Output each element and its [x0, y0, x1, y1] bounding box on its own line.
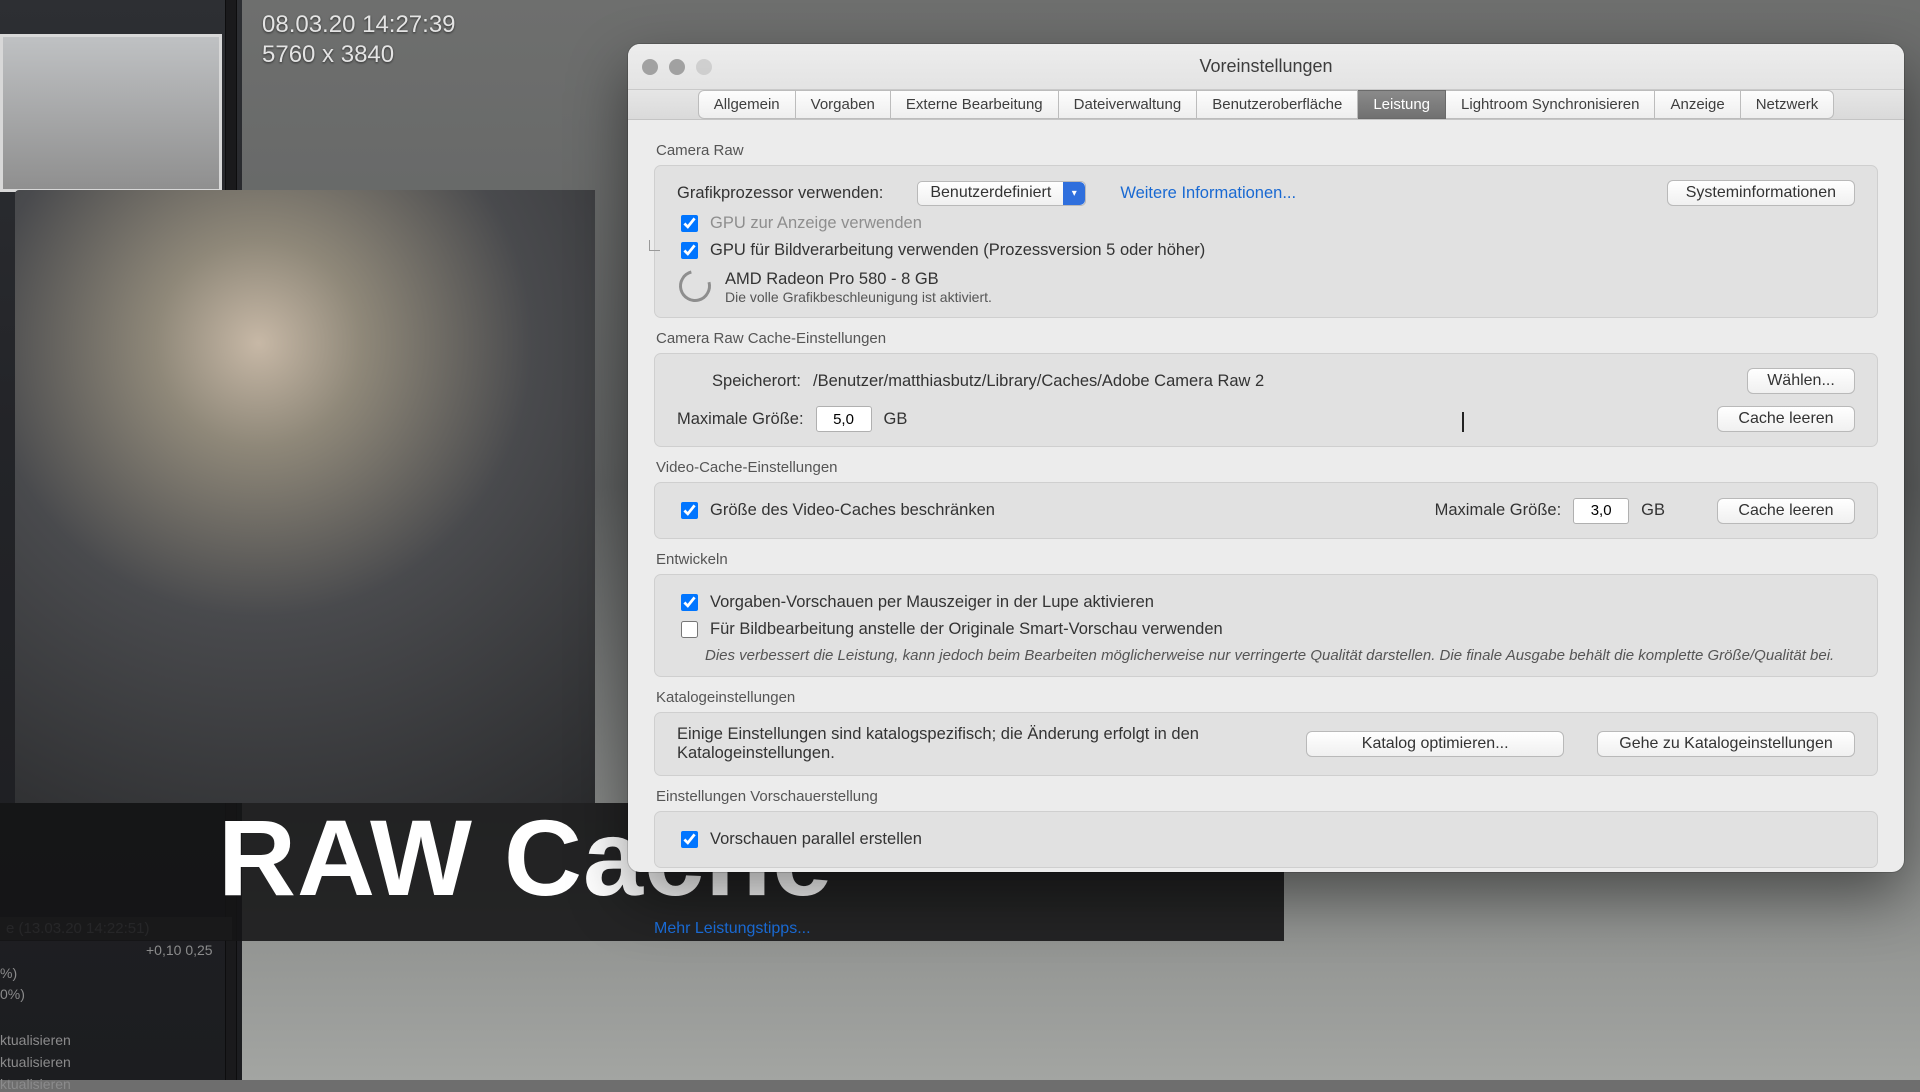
- section-catalog-title: Katalogeinstellungen: [656, 689, 1878, 706]
- gpu-use-select[interactable]: Benutzerdefiniert ▾: [917, 181, 1086, 206]
- preferences-window: Voreinstellungen Allgemein Vorgaben Exte…: [628, 44, 1904, 872]
- clear-raw-cache-button[interactable]: Cache leeren: [1717, 406, 1855, 432]
- parallel-previews-checkbox[interactable]: Vorschauen parallel erstellen: [677, 828, 1855, 851]
- parallel-previews-label: Vorschauen parallel erstellen: [710, 830, 922, 849]
- photo-info: 08.03.20 14:27:39 5760 x 3840: [262, 10, 456, 70]
- gpu-processing-label: GPU für Bildverarbeitung verwenden (Proz…: [710, 241, 1205, 260]
- gpu-display-label: GPU zur Anzeige verwenden: [710, 214, 922, 233]
- video-cache-max-input[interactable]: [1573, 498, 1629, 524]
- gpu-display-checkbox[interactable]: GPU zur Anzeige verwenden: [677, 212, 1855, 235]
- section-develop-title: Entwickeln: [656, 551, 1878, 568]
- smart-preview-label: Für Bildbearbeitung anstelle der Origina…: [710, 620, 1223, 639]
- hover-preview-label: Vorgaben-Vorschauen per Mauszeiger in de…: [710, 593, 1154, 612]
- presenter-video-overlay: [15, 190, 595, 803]
- section-video-cache: Größe des Video-Caches beschränken Maxim…: [654, 482, 1878, 539]
- video-cache-limit-checkbox[interactable]: Größe des Video-Caches beschränken: [677, 499, 995, 522]
- hover-preview-checkbox-input[interactable]: [681, 594, 698, 611]
- photo-resolution: 5760 x 3840: [262, 41, 394, 68]
- cache-max-label: Maximale Größe:: [677, 410, 804, 429]
- goto-catalog-settings-button[interactable]: Gehe zu Katalogeinstellungen: [1597, 731, 1855, 757]
- section-raw-cache: Speicherort: /Benutzer/matthiasbutz/Libr…: [654, 353, 1878, 447]
- preferences-tabbar: Allgemein Vorgaben Externe Bearbeitung D…: [628, 90, 1904, 120]
- optimize-catalog-button[interactable]: Katalog optimieren...: [1306, 731, 1564, 757]
- sync-line-2: ktualisieren: [0, 1054, 71, 1070]
- chevron-updown-icon: ▾: [1063, 182, 1085, 205]
- cache-max-input[interactable]: [816, 406, 872, 432]
- photo-thumbnail[interactable]: [0, 34, 222, 192]
- smart-preview-checkbox-input[interactable]: [681, 621, 698, 638]
- video-cache-max-unit: GB: [1641, 501, 1665, 520]
- section-previews: Vorschauen parallel erstellen: [654, 811, 1878, 868]
- gpu-more-info-link[interactable]: Weitere Informationen...: [1120, 184, 1296, 203]
- photo-timestamp: 08.03.20 14:27:39: [262, 11, 456, 38]
- tab-allgemein[interactable]: Allgemein: [698, 90, 796, 119]
- clear-video-cache-button[interactable]: Cache leeren: [1717, 498, 1855, 524]
- gpu-processing-checkbox-input[interactable]: [681, 242, 698, 259]
- more-tips-link[interactable]: Mehr Leistungstipps...: [654, 920, 1878, 938]
- text-cursor-icon: [1462, 412, 1464, 432]
- tab-vorgaben[interactable]: Vorgaben: [796, 90, 891, 119]
- section-develop: Vorgaben-Vorschauen per Mauszeiger in de…: [654, 574, 1878, 677]
- gpu-processing-checkbox[interactable]: GPU für Bildverarbeitung verwenden (Proz…: [677, 239, 1855, 262]
- gpu-name: AMD Radeon Pro 580 - 8 GB: [725, 270, 992, 289]
- tab-leistung[interactable]: Leistung: [1358, 90, 1446, 119]
- hover-preview-checkbox[interactable]: Vorgaben-Vorschauen per Mauszeiger in de…: [677, 591, 1855, 614]
- catalog-note: Einige Einstellungen sind katalogspezifi…: [677, 725, 1282, 763]
- cache-location-label: Speicherort:: [677, 372, 801, 391]
- history-pct-2: 0%): [0, 986, 25, 1002]
- tree-connector-icon: [649, 240, 660, 251]
- cache-max-unit: GB: [884, 410, 908, 429]
- tab-anzeige[interactable]: Anzeige: [1655, 90, 1740, 119]
- tab-netzwerk[interactable]: Netzwerk: [1741, 90, 1835, 119]
- section-camera-raw-title: Camera Raw: [656, 142, 1878, 159]
- section-previews-title: Einstellungen Vorschauerstellung: [656, 788, 1878, 805]
- smart-preview-note: Dies verbessert die Leistung, kann jedoc…: [705, 647, 1855, 664]
- tab-sync[interactable]: Lightroom Synchronisieren: [1446, 90, 1655, 119]
- tab-oberflaeche[interactable]: Benutzeroberfläche: [1197, 90, 1358, 119]
- video-cache-limit-checkbox-input[interactable]: [681, 502, 698, 519]
- choose-location-button[interactable]: Wählen...: [1747, 368, 1855, 394]
- tab-externe[interactable]: Externe Bearbeitung: [891, 90, 1059, 119]
- history-row-vals: +0,10 0,25: [0, 942, 213, 958]
- gpu-use-label: Grafikprozessor verwenden:: [677, 184, 883, 203]
- video-cache-max-label: Maximale Größe:: [1435, 501, 1562, 520]
- history-pct-1: %): [0, 965, 17, 981]
- parallel-previews-checkbox-input[interactable]: [681, 831, 698, 848]
- gpu-use-select-value: Benutzerdefiniert: [918, 184, 1063, 202]
- sync-line-3: ktualisieren: [0, 1076, 71, 1092]
- smart-preview-checkbox[interactable]: Für Bildbearbeitung anstelle der Origina…: [677, 618, 1855, 641]
- section-raw-cache-title: Camera Raw Cache-Einstellungen: [656, 330, 1878, 347]
- window-title: Voreinstellungen: [628, 56, 1904, 77]
- tab-dateiverw[interactable]: Dateiverwaltung: [1059, 90, 1198, 119]
- video-cache-limit-label: Größe des Video-Caches beschränken: [710, 501, 995, 520]
- section-catalog: Einige Einstellungen sind katalogspezifi…: [654, 712, 1878, 776]
- cache-location-value: /Benutzer/matthiasbutz/Library/Caches/Ad…: [813, 372, 1264, 391]
- gpu-display-checkbox-input[interactable]: [681, 215, 698, 232]
- window-titlebar[interactable]: Voreinstellungen: [628, 44, 1904, 90]
- section-video-cache-title: Video-Cache-Einstellungen: [656, 459, 1878, 476]
- section-camera-raw: Grafikprozessor verwenden: Benutzerdefin…: [654, 165, 1878, 318]
- system-info-button[interactable]: Systeminformationen: [1667, 180, 1855, 206]
- gpu-status: Die volle Grafikbeschleunigung ist aktiv…: [725, 289, 992, 305]
- gauge-icon: [673, 264, 717, 308]
- sync-line-1: ktualisieren: [0, 1032, 71, 1048]
